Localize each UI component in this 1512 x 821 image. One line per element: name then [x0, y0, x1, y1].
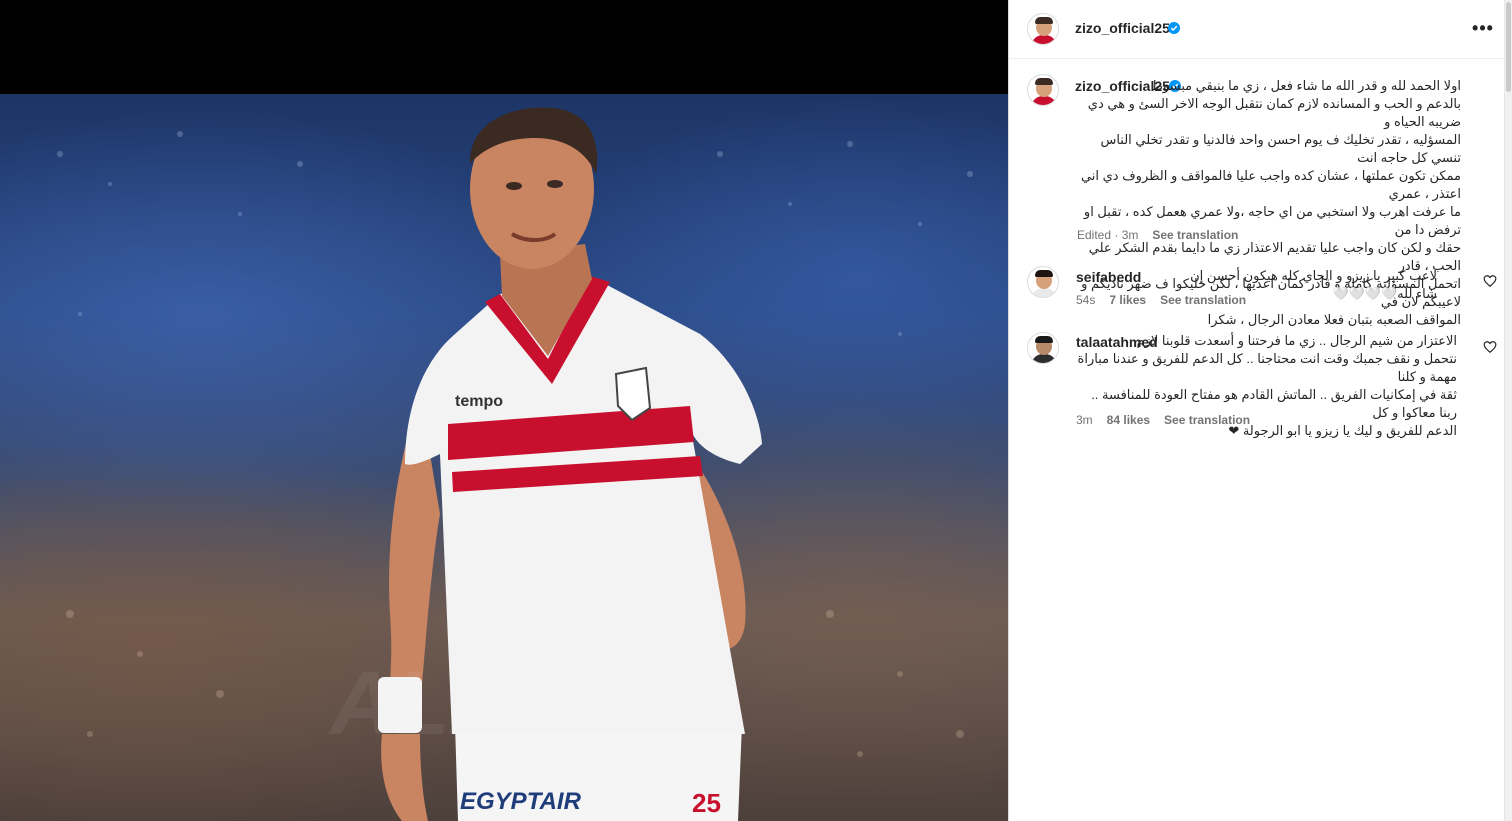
post-details-panel: zizo_official25 ••• zizo_official25 اولا… [1008, 0, 1505, 821]
comment-avatar[interactable] [1027, 332, 1059, 364]
author-avatar[interactable] [1027, 13, 1059, 45]
post-media[interactable]: EGYPTAIR 25 tempo ALAHED [0, 0, 1008, 821]
shirt-sponsor-text: tempo [455, 393, 503, 410]
comment-likes[interactable]: 84 likes [1107, 413, 1150, 427]
comment-likes[interactable]: 7 likes [1109, 293, 1146, 307]
comment-username[interactable]: seifabedd [1076, 269, 1141, 285]
scrollbar-thumb[interactable] [1506, 2, 1511, 92]
comment-meta: 3m 84 likes See translation [1076, 413, 1264, 427]
shorts-sponsor-text: EGYPTAIR [460, 788, 582, 815]
svg-text:ALAHED: ALAHED [328, 654, 705, 754]
caption-meta: Edited · 3m See translation [1077, 228, 1252, 242]
comment-meta: 54s 7 likes See translation [1076, 293, 1260, 307]
more-options-icon: ••• [1472, 18, 1494, 38]
comment-time: 3m [1076, 413, 1093, 427]
post-header: zizo_official25 ••• [1009, 0, 1505, 59]
player-illustration: EGYPTAIR 25 tempo ALAHED [57, 107, 973, 821]
heart-icon[interactable] [1483, 340, 1497, 354]
verified-badge-icon [1168, 22, 1180, 34]
author-username[interactable]: zizo_official25 [1075, 20, 1170, 36]
comment-see-translation[interactable]: See translation [1160, 293, 1246, 307]
caption-see-translation[interactable]: See translation [1152, 228, 1238, 242]
comment-avatar[interactable] [1027, 266, 1059, 298]
shorts-number-text: 25 [692, 788, 721, 818]
more-options-button[interactable]: ••• [1471, 18, 1495, 42]
caption-author-avatar[interactable] [1027, 74, 1059, 106]
caption-edited-time: Edited · 3m [1077, 228, 1139, 242]
scrollbar[interactable] [1504, 0, 1512, 821]
comment-time: 54s [1076, 293, 1096, 307]
comment-see-translation[interactable]: See translation [1164, 413, 1250, 427]
post-photo[interactable]: EGYPTAIR 25 tempo ALAHED [0, 94, 1008, 821]
heart-icon[interactable] [1483, 274, 1497, 288]
